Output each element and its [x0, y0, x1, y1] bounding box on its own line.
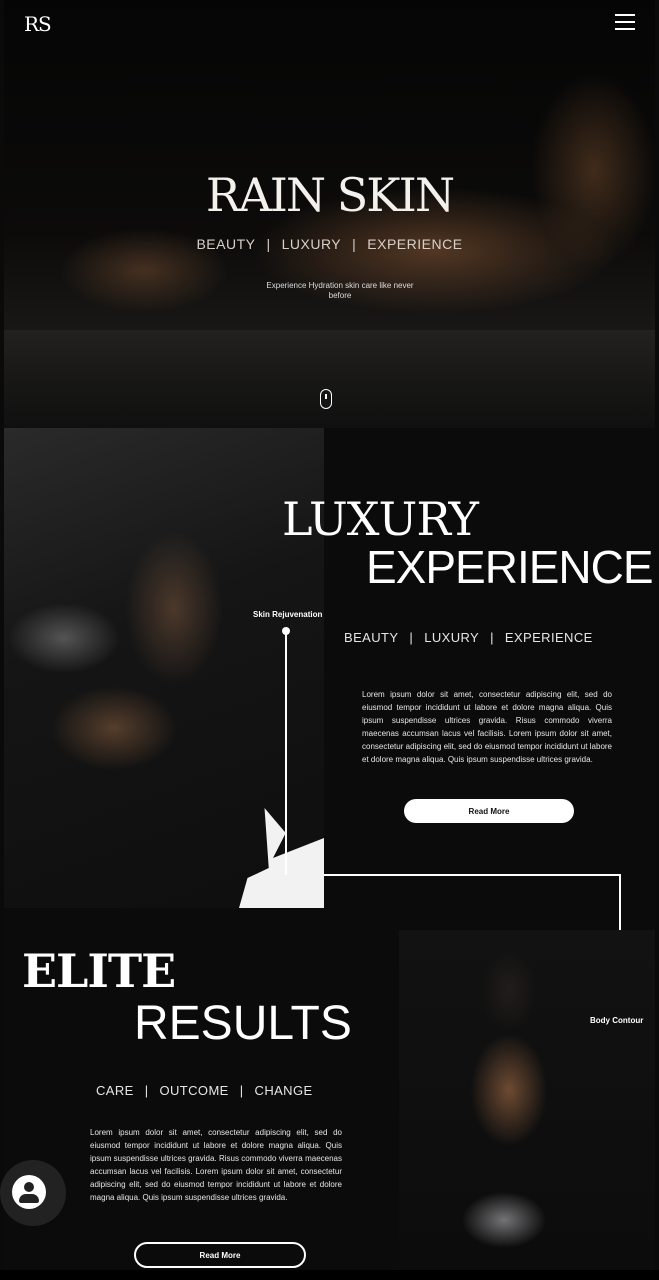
water-splash-shape: [239, 808, 324, 908]
tag-separator: |: [144, 1083, 149, 1098]
elite-tag-change: CHANGE: [254, 1083, 313, 1098]
elite-tagline: CARE | OUTCOME | CHANGE: [96, 1083, 313, 1098]
hero-subtitle: Experience Hydration skin care like neve…: [266, 281, 414, 300]
skin-rejuvenation-label: Skin Rejuvenation: [253, 610, 323, 619]
hero-floor-reflection: [4, 330, 655, 428]
luxury-tag-experience: EXPERIENCE: [504, 630, 593, 645]
elite-title-line2: RESULTS: [134, 997, 352, 1050]
luxury-tag-beauty: BEAUTY: [344, 630, 399, 645]
luxury-title-line1: LUXURY: [282, 492, 479, 546]
luxury-tagline: BEAUTY | LUXURY | EXPERIENCE: [344, 630, 593, 645]
user-avatar-icon[interactable]: [0, 1160, 66, 1226]
bottom-edge-bar: [0, 1270, 659, 1280]
hero-title: RAIN SKIN: [205, 168, 455, 222]
luxury-tag-luxury: LUXURY: [424, 630, 480, 645]
luxury-body-text: Lorem ipsum dolor sit amet, consectetur …: [362, 690, 612, 765]
avatar-circle: [12, 1175, 46, 1209]
tag-separator: |: [266, 236, 271, 252]
elite-tag-care: CARE: [96, 1083, 134, 1098]
elite-tag-outcome: OUTCOME: [159, 1083, 229, 1098]
tag-separator: |: [409, 630, 414, 645]
connector-line-horizontal: [324, 874, 621, 876]
elite-photo: [399, 930, 655, 1270]
body-contour-label: Body Contour: [590, 1016, 644, 1025]
elite-title-line1: ELITE: [22, 944, 176, 998]
hero-tag-experience: EXPERIENCE: [367, 236, 463, 252]
luxury-photo: [4, 428, 324, 908]
luxury-title-line2: EXPERIENCE: [366, 541, 654, 593]
brand-logo[interactable]: RS: [24, 12, 52, 36]
avatar-shoulders: [19, 1194, 39, 1203]
luxury-read-more-button[interactable]: Read More: [404, 799, 574, 823]
avatar-head: [24, 1182, 34, 1192]
elite-read-more-button[interactable]: Read More: [134, 1242, 306, 1268]
page-frame: RS RAIN SKIN BEAUTY | LUXURY | EXPERIENCE Ex…: [4, 0, 655, 1270]
tag-separator: |: [352, 236, 357, 252]
hero-section: RS RAIN SKIN BEAUTY | LUXURY | EXPERIENCE Ex…: [4, 0, 655, 428]
hamburger-menu-icon[interactable]: [615, 14, 635, 32]
hero-tag-beauty: BEAUTY: [196, 236, 256, 252]
callout-line-vertical: [285, 631, 287, 875]
elite-body-text: Lorem ipsum dolor sit amet, consectetur …: [90, 1128, 342, 1203]
tag-separator: |: [490, 630, 494, 645]
hero-tag-luxury: LUXURY: [281, 236, 342, 252]
hero-tagline: BEAUTY | LUXURY | EXPERIENCE: [4, 236, 655, 252]
tag-separator: |: [239, 1083, 244, 1098]
mouse-scroll-icon[interactable]: [320, 389, 332, 409]
